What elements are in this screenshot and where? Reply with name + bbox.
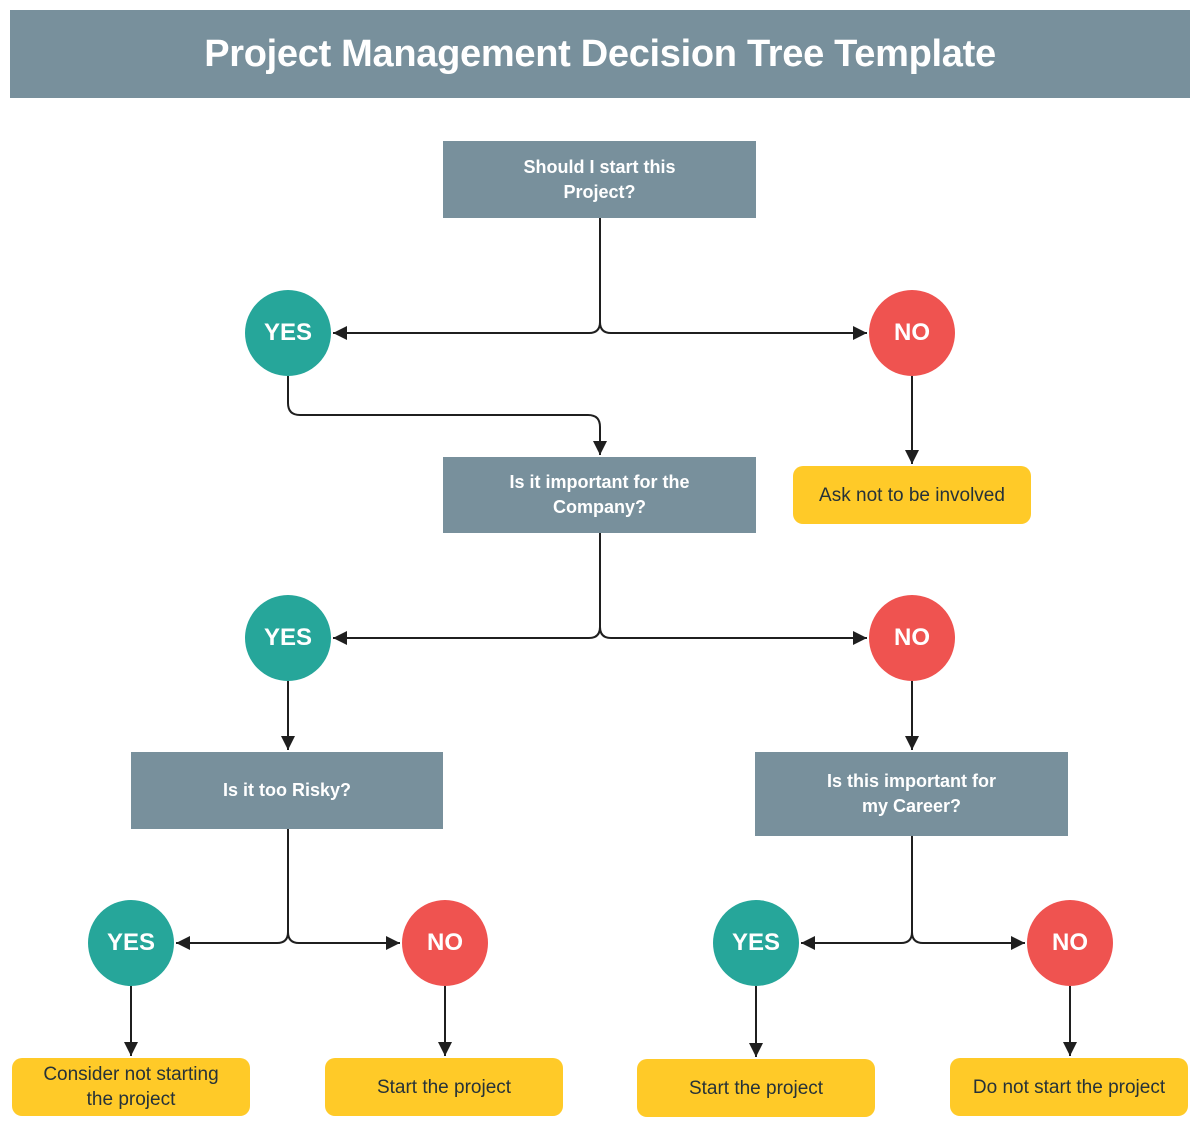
connector-q2-yes [333, 533, 601, 645]
outcome-label: Do not start the project [972, 1076, 1166, 1098]
connector-q3-yes [176, 829, 289, 950]
answer-label: YES [263, 319, 313, 346]
answer-no-q3: NO [402, 900, 488, 986]
answer-label: YES [263, 624, 313, 651]
question-label: Is it important for the Company? [509, 472, 690, 517]
question-start-project: Should I start this Project? [443, 141, 756, 218]
connector-q3-no [287, 829, 400, 950]
answer-no-q4: NO [1027, 900, 1113, 986]
question-too-risky: Is it too Risky? [131, 752, 443, 829]
question-label: Should I start this Project? [523, 156, 676, 202]
answer-yes-q4: YES [713, 900, 799, 986]
question-label: Is it too Risky? [222, 780, 352, 800]
outcome-consider-not-starting: Consider not starting the project [12, 1058, 250, 1116]
answer-label: NO [1052, 929, 1088, 956]
question-important-for-company: Is it important for the Company? [443, 457, 756, 533]
answer-yes-q3: YES [88, 900, 174, 986]
outcome-start-project-career: Start the project [637, 1059, 875, 1117]
outcome-label: Ask not to be involved [819, 484, 1005, 506]
answer-label: NO [894, 624, 930, 651]
connector-q4-no [911, 836, 1025, 950]
connector-yes1-q2 [287, 376, 607, 455]
answer-label: YES [106, 929, 156, 956]
connector-q1-yes [333, 218, 601, 340]
outcome-do-not-start: Do not start the project [950, 1058, 1188, 1116]
answer-label: NO [427, 929, 463, 956]
outcome-ask-not-involved: Ask not to be involved [793, 466, 1031, 524]
answer-no-q1: NO [869, 290, 955, 376]
outcome-label: Start the project [688, 1077, 824, 1099]
connector-q1-no [599, 218, 867, 340]
outcome-start-project-low-risk: Start the project [325, 1058, 563, 1116]
outcome-label: Consider not starting the project [43, 1064, 219, 1110]
connector-q4-yes [801, 836, 913, 950]
question-important-for-career: Is this important for my Career? [755, 752, 1068, 836]
question-label: Is this important for my Career? [826, 771, 996, 816]
connector-q2-no [599, 533, 867, 645]
answer-label: YES [731, 929, 781, 956]
answer-no-q2: NO [869, 595, 955, 681]
answer-yes-q1: YES [245, 290, 331, 376]
answer-label: NO [894, 319, 930, 346]
outcome-label: Start the project [376, 1076, 512, 1098]
answer-yes-q2: YES [245, 595, 331, 681]
